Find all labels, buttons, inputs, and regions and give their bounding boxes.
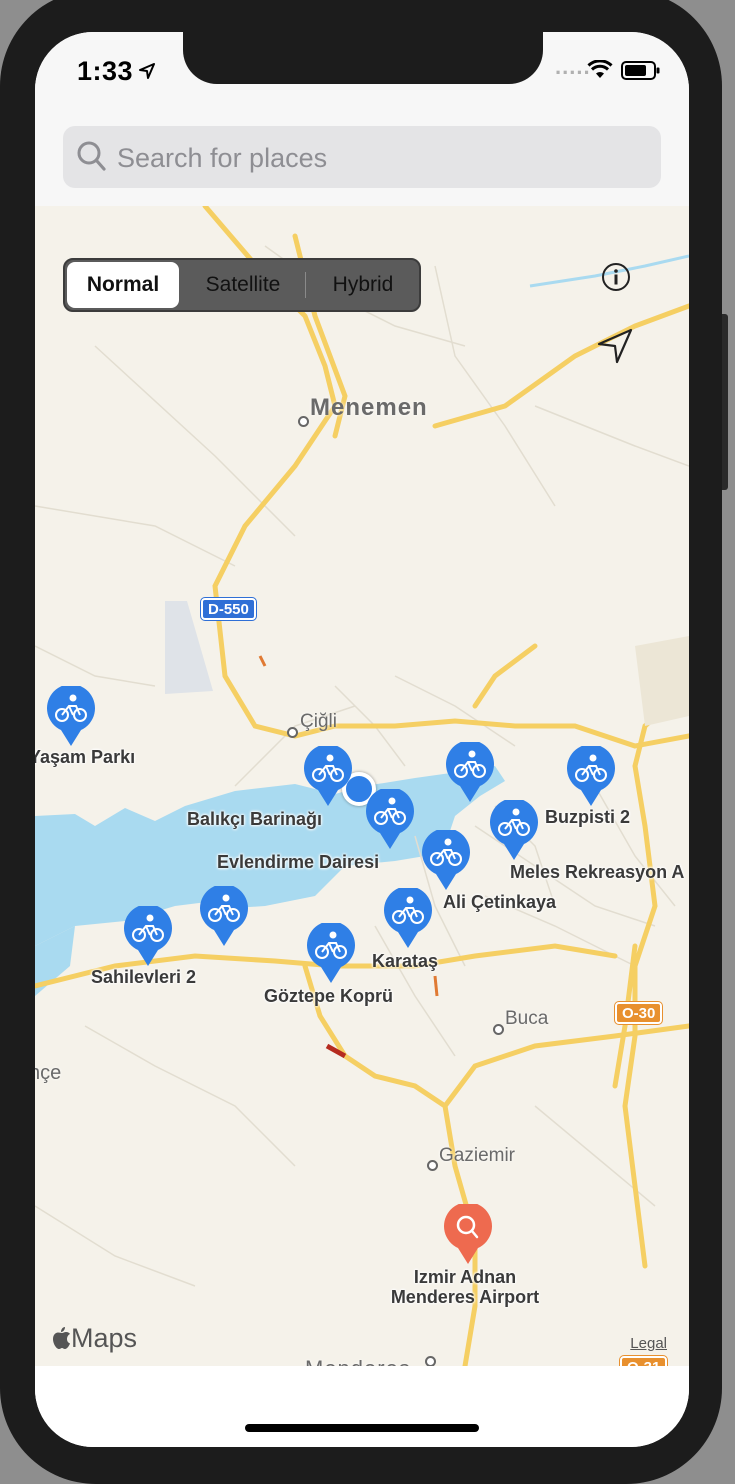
bike-station-label: Ali Çetinkaya — [443, 892, 557, 912]
bike-station-pin[interactable] — [421, 830, 471, 892]
highway-shield-o30: O-30 — [615, 1002, 663, 1024]
bike-station-pin[interactable] — [383, 888, 433, 950]
bike-station-label: Evlendirme Dairesi — [217, 852, 380, 872]
legal-link[interactable]: Legal — [630, 1335, 667, 1352]
map-type-hybrid[interactable]: Hybrid — [307, 262, 419, 308]
town-menemen: Menemen — [310, 394, 428, 421]
town-menderes: Menderes — [305, 1356, 411, 1366]
bike-station-label: Buzpisti 2 — [545, 807, 631, 827]
bike-station-pin[interactable] — [46, 686, 96, 748]
battery-icon — [621, 61, 660, 80]
search-bar — [35, 112, 689, 207]
bike-station-pin[interactable] — [365, 789, 415, 851]
map-type-satellite[interactable]: Satellite — [183, 262, 303, 308]
navigation-arrow-icon[interactable] — [595, 326, 635, 366]
town-cigli: Çiğli — [300, 711, 337, 732]
maps-attribution: Maps — [53, 1323, 137, 1354]
device-frame: 1:33 ..... Search for places Normal Sate… — [0, 0, 735, 1484]
search-icon — [77, 141, 106, 171]
bike-station-pin[interactable] — [445, 742, 495, 804]
bike-station-label: Sahilevleri 2 — [91, 967, 197, 987]
map-type-normal[interactable]: Normal — [67, 262, 179, 308]
status-time: 1:33 — [77, 56, 134, 86]
town-buca: Buca — [505, 1008, 549, 1029]
map-view[interactable]: Normal Satellite Hybrid Menemen Çiğli Bu… — [35, 206, 689, 1366]
map-type-segmented-control: Normal Satellite Hybrid — [63, 258, 421, 312]
town-dot-gaziemir — [427, 1160, 438, 1171]
bike-station-pin[interactable] — [199, 886, 249, 948]
apple-logo-icon — [53, 1327, 70, 1349]
search-result-line1: Izmir Adnan — [413, 1267, 517, 1287]
screen: 1:33 ..... Search for places Normal Sate… — [35, 32, 689, 1447]
town-gaziemir: Gaziemir — [439, 1145, 516, 1166]
bike-station-pin[interactable] — [566, 746, 616, 808]
highway-shield-d550: D-550 — [201, 598, 256, 620]
town-partial: nçe — [35, 1062, 62, 1084]
bike-station-pin[interactable] — [489, 800, 539, 862]
bike-station-label: Yaşam Parkı — [35, 747, 136, 767]
home-indicator[interactable] — [245, 1424, 479, 1432]
search-field[interactable] — [63, 126, 661, 188]
town-dot-cigli — [287, 727, 298, 738]
search-result-pin[interactable] — [443, 1204, 493, 1266]
home-indicator-area — [35, 1366, 689, 1447]
search-input[interactable] — [115, 135, 639, 181]
notch — [183, 32, 543, 84]
maps-brand-text: Maps — [71, 1323, 138, 1353]
bike-station-pin[interactable] — [123, 906, 173, 968]
search-result-line2: Menderes Airport — [390, 1287, 540, 1307]
info-icon[interactable] — [601, 262, 631, 292]
search-result-label: Izmir Adnan Menderes Airport — [385, 1267, 545, 1307]
town-dot-menderes — [425, 1356, 436, 1366]
bike-station-label: Göztepe Koprü — [264, 986, 393, 1006]
bike-station-label: Karataş — [372, 951, 439, 971]
signal-dots: ..... — [555, 54, 591, 79]
segment-divider — [305, 272, 306, 298]
town-dot-menemen — [298, 416, 309, 427]
bike-station-pin[interactable] — [303, 746, 353, 808]
wifi-icon — [587, 60, 613, 78]
highway-shield-o31: O-31 — [620, 1356, 668, 1366]
bike-station-label: Meles Rekreasyon A — [510, 862, 685, 882]
bike-station-pin[interactable] — [306, 923, 356, 985]
location-arrow-icon — [139, 63, 155, 79]
bike-station-label: Balıkçı Barinağı — [187, 809, 323, 829]
town-dot-buca — [493, 1024, 504, 1035]
